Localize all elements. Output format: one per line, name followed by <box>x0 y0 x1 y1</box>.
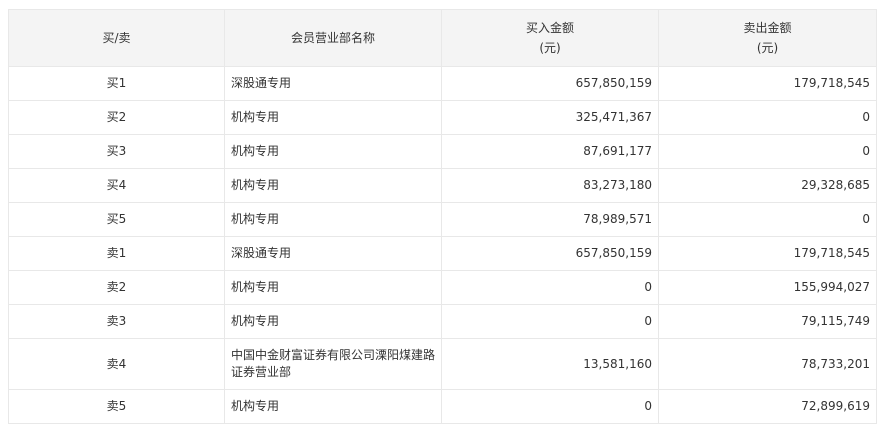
row-type-cell: 卖1 <box>8 236 225 271</box>
row-type-cell: 买4 <box>8 168 225 203</box>
header-row: 买/卖 会员营业部名称 买入金额 (元) 卖出金额 (元) <box>8 9 877 67</box>
buy-amount-unit: (元) <box>539 41 561 55</box>
column-header-sell-amount[interactable]: 卖出金额 (元) <box>658 9 877 67</box>
trading-seat-table: 买/卖 会员营业部名称 买入金额 (元) 卖出金额 (元) 买1 深股通专用 6… <box>8 9 877 424</box>
sell-amount-unit: (元) <box>756 41 779 55</box>
table-row: 卖2 机构专用 0 155,994,027 <box>8 270 877 305</box>
buy-amount-cell: 657,850,159 <box>441 66 659 101</box>
row-type-cell: 买1 <box>8 66 225 101</box>
member-name-cell: 机构专用 <box>224 134 442 169</box>
sell-amount-cell: 0 <box>658 202 877 237</box>
column-header-buy-amount[interactable]: 买入金额 (元) <box>441 9 659 67</box>
buy-amount-cell: 87,691,177 <box>441 134 659 169</box>
buy-amount-cell: 0 <box>441 304 659 339</box>
row-type-cell: 买2 <box>8 100 225 135</box>
row-type-cell: 卖2 <box>8 270 225 305</box>
table-header: 买/卖 会员营业部名称 买入金额 (元) 卖出金额 (元) <box>8 9 877 67</box>
sell-amount-cell: 72,899,619 <box>658 389 877 424</box>
sell-amount-cell: 0 <box>658 100 877 135</box>
sell-amount-cell: 155,994,027 <box>658 270 877 305</box>
column-header-member-name[interactable]: 会员营业部名称 <box>224 9 442 67</box>
row-type-cell: 卖3 <box>8 304 225 339</box>
row-type-cell: 卖5 <box>8 389 225 424</box>
member-name-cell: 深股通专用 <box>224 236 442 271</box>
buy-amount-cell: 13,581,160 <box>441 338 659 390</box>
table-row: 买5 机构专用 78,989,571 0 <box>8 202 877 237</box>
sell-amount-label: 卖出金额 <box>743 21 792 35</box>
column-header-type[interactable]: 买/卖 <box>8 9 225 67</box>
row-type-cell: 卖4 <box>8 338 225 390</box>
row-type-cell: 买5 <box>8 202 225 237</box>
member-name-cell: 机构专用 <box>224 389 442 424</box>
table-row: 买4 机构专用 83,273,180 29,328,685 <box>8 168 877 203</box>
member-name-cell: 深股通专用 <box>224 66 442 101</box>
table-row: 卖4 中国中金财富证券有限公司溧阳煤建路证券营业部 13,581,160 78,… <box>8 338 877 390</box>
member-name-cell: 机构专用 <box>224 168 442 203</box>
member-name-cell: 机构专用 <box>224 202 442 237</box>
table-row: 买1 深股通专用 657,850,159 179,718,545 <box>8 66 877 101</box>
member-name-cell: 中国中金财富证券有限公司溧阳煤建路证券营业部 <box>224 338 442 390</box>
member-name-cell: 机构专用 <box>224 100 442 135</box>
table-row: 买3 机构专用 87,691,177 0 <box>8 134 877 169</box>
buy-amount-cell: 83,273,180 <box>441 168 659 203</box>
sell-amount-cell: 179,718,545 <box>658 236 877 271</box>
sell-amount-cell: 179,718,545 <box>658 66 877 101</box>
table-body: 买1 深股通专用 657,850,159 179,718,545 买2 机构专用… <box>8 66 877 424</box>
buy-amount-cell: 78,989,571 <box>441 202 659 237</box>
sell-amount-cell: 0 <box>658 134 877 169</box>
member-name-cell: 机构专用 <box>224 304 442 339</box>
buy-amount-cell: 0 <box>441 270 659 305</box>
buy-amount-cell: 325,471,367 <box>441 100 659 135</box>
buy-amount-label: 买入金额 <box>525 21 574 35</box>
table-row: 卖5 机构专用 0 72,899,619 <box>8 389 877 424</box>
table-row: 买2 机构专用 325,471,367 0 <box>8 100 877 135</box>
table-row: 卖1 深股通专用 657,850,159 179,718,545 <box>8 236 877 271</box>
buy-amount-cell: 657,850,159 <box>441 236 659 271</box>
member-name-cell: 机构专用 <box>224 270 442 305</box>
row-type-cell: 买3 <box>8 134 225 169</box>
sell-amount-cell: 29,328,685 <box>658 168 877 203</box>
buy-amount-cell: 0 <box>441 389 659 424</box>
sell-amount-cell: 79,115,749 <box>658 304 877 339</box>
sell-amount-cell: 78,733,201 <box>658 338 877 390</box>
trading-seat-table-container: 买/卖 会员营业部名称 买入金额 (元) 卖出金额 (元) 买1 深股通专用 6… <box>8 9 877 424</box>
table-row: 卖3 机构专用 0 79,115,749 <box>8 304 877 339</box>
